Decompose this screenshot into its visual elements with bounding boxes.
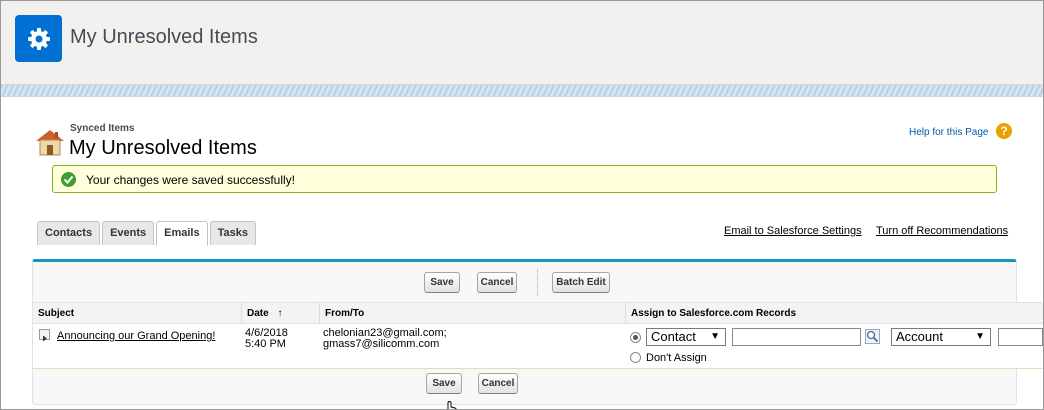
header-title: My Unresolved Items [70,26,258,48]
cancel-button[interactable]: Cancel [477,272,517,293]
lookup-magnifier-icon[interactable] [865,329,880,344]
cancel-button-bottom[interactable]: Cancel [478,373,518,394]
dont-assign-radio[interactable] [630,352,641,363]
time-value: 5:40 PM [245,338,286,350]
table-header: Subject Date ↑ From/To Assign to Salesfo… [33,302,1043,324]
column-header-subject[interactable]: Subject [33,303,241,324]
record-type-select[interactable]: Contact ▼ [646,328,726,346]
chevron-down-icon: ▼ [710,331,720,342]
chevron-down-icon: ▼ [975,331,985,342]
assign-radio[interactable] [630,332,641,343]
success-text: Your changes were saved successfully! [86,173,296,187]
sort-ascending-icon: ↑ [277,308,283,319]
check-icon [61,172,76,187]
from-to-cell: chelonian23@gmail.com; gmass7@silicomm.c… [323,328,447,350]
column-header-date[interactable]: Date ↑ [241,303,319,324]
save-button-bottom[interactable]: Save [426,373,462,394]
account-select-value: Account [896,329,943,344]
page-body: Synced Items My Unresolved Items Help fo… [1,97,1043,409]
save-button[interactable]: Save [424,272,460,293]
account-select[interactable]: Account ▼ [891,328,991,346]
table-row: Announcing our Grand Opening! 4/6/2018 5… [33,324,1043,369]
dont-assign-label: Don't Assign [646,352,707,364]
tab-events[interactable]: Events [102,221,155,245]
turn-off-recommendations-link[interactable]: Turn off Recommendations [876,225,1008,237]
account-lookup-input[interactable] [998,328,1043,346]
batch-edit-button[interactable]: Batch Edit [552,272,610,293]
breadcrumb: Synced Items [70,123,135,134]
top-header: My Unresolved Items [1,1,1043,85]
success-message: Your changes were saved successfully! [52,165,997,193]
tab-tasks[interactable]: Tasks [209,221,256,245]
app-window: My Unresolved Items Synced Items My Unre… [0,0,1044,410]
hand-cursor-icon [445,400,457,409]
to-address: gmass7@silicomm.com [323,338,440,350]
gear-icon [15,15,62,62]
record-type-value: Contact [651,329,696,344]
question-icon[interactable]: ? [996,123,1012,139]
page-title: My Unresolved Items [69,137,257,159]
subject-link[interactable]: Announcing our Grand Opening! [57,330,215,342]
date-cell: 4/6/2018 5:40 PM [245,328,288,350]
house-icon [33,127,67,157]
decorative-band [1,85,1043,97]
tab-emails[interactable]: Emails [156,221,208,246]
tab-contacts[interactable]: Contacts [37,221,101,245]
unresolved-items-panel: Save Cancel Batch Edit Subject Date ↑ Fr… [32,259,1043,405]
help-link[interactable]: Help for this Page [909,127,989,138]
column-header-assign: Assign to Salesforce.com Records [625,303,1043,324]
column-header-date-label: Date [247,308,269,319]
tab-bar: Contacts Events Emails Tasks [37,221,258,246]
expand-row-icon[interactable] [39,329,50,342]
record-lookup-input[interactable] [732,328,861,346]
toolbar-divider [537,269,538,296]
column-header-from-to[interactable]: From/To [319,303,625,324]
email-settings-link[interactable]: Email to Salesforce Settings [724,225,862,237]
